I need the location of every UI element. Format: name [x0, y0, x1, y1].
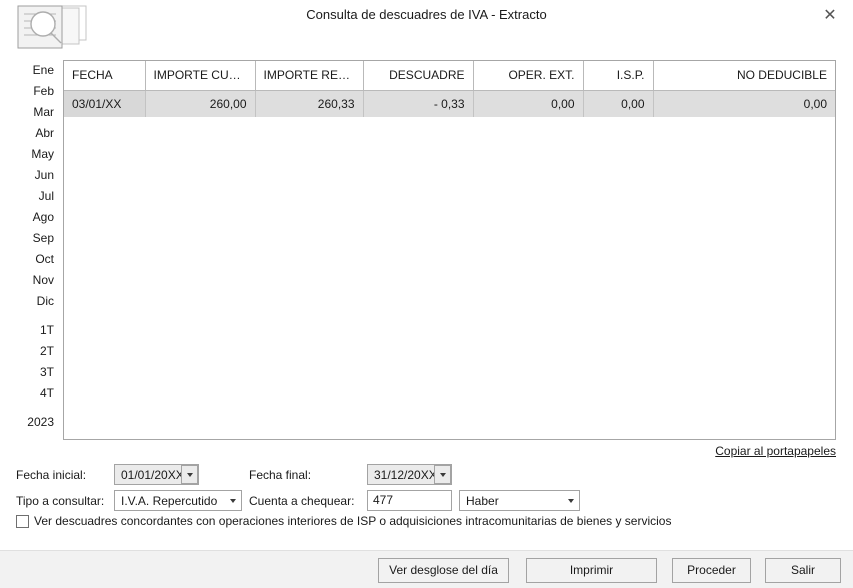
month-item-feb[interactable]: Feb [8, 81, 60, 102]
table-row[interactable]: 03/01/XX 260,00 260,33 - 0,33 0,00 0,00 … [64, 90, 835, 117]
cuenta-a-chequear-label: Cuenta a chequear: [249, 494, 355, 508]
quarter-item-4t[interactable]: 4T [8, 383, 60, 404]
column-header-fecha[interactable]: FECHA [64, 61, 146, 91]
quarter-item-2t[interactable]: 2T [8, 341, 60, 362]
month-item-ago[interactable]: Ago [8, 207, 60, 228]
month-item-jun[interactable]: Jun [8, 165, 60, 186]
year-item-2023[interactable]: 2023 [8, 412, 60, 433]
close-icon[interactable]: ✕ [813, 2, 847, 28]
cell-oper-ext: 0,00 [473, 90, 584, 117]
month-item-nov[interactable]: Nov [8, 270, 60, 291]
ver-desglose-del-dia-button[interactable]: Ver desglose del día [378, 558, 509, 583]
column-header-descuadre[interactable]: DESCUADRE [363, 61, 474, 91]
month-rail: Ene Feb Mar Abr May Jun Jul Ago Sep Oct … [8, 60, 60, 433]
month-item-oct[interactable]: Oct [8, 249, 60, 270]
month-item-abr[interactable]: Abr [8, 123, 60, 144]
cell-fecha: 03/01/XX [64, 90, 146, 117]
month-item-ene[interactable]: Ene [8, 60, 60, 81]
column-header-oper-ext[interactable]: OPER. EXT. [473, 61, 584, 91]
footer-bar: Ver desglose del día Imprimir Proceder S… [0, 550, 853, 588]
cell-isp: 0,00 [583, 90, 654, 117]
tipo-a-consultar-combo[interactable]: I.V.A. Repercutido [114, 490, 242, 511]
window-title: Consulta de descuadres de IVA - Extracto [306, 7, 547, 22]
month-item-dic[interactable]: Dic [8, 291, 60, 312]
column-header-no-deducible[interactable]: NO DEDUCIBLE [653, 61, 835, 91]
fecha-inicial-label: Fecha inicial: [16, 468, 87, 482]
month-item-jul[interactable]: Jul [8, 186, 60, 207]
checkbox-box-icon[interactable] [16, 514, 29, 528]
fecha-final-value: 31/12/20XX [374, 467, 434, 482]
quarter-item-1t[interactable]: 1T [8, 320, 60, 341]
results-grid-panel: FECHA IMPORTE CUENT... IMPORTE REGIST...… [63, 60, 836, 440]
chevron-down-icon[interactable] [181, 465, 198, 484]
chevron-down-icon[interactable] [224, 491, 241, 510]
month-item-may[interactable]: May [8, 144, 60, 165]
salir-button[interactable]: Salir [765, 558, 841, 583]
cell-no-deducible: 0,00 [653, 90, 835, 117]
fecha-inicial-combo[interactable]: 01/01/20XX [114, 464, 199, 485]
quarter-item-3t[interactable]: 3T [8, 362, 60, 383]
haber-value: Haber [466, 493, 499, 508]
proceder-button[interactable]: Proceder [672, 558, 751, 583]
fecha-inicial-value: 01/01/20XX [121, 467, 181, 482]
cell-importe-cuenta: 260,00 [145, 90, 256, 117]
fecha-final-label: Fecha final: [249, 468, 312, 482]
chevron-down-icon[interactable] [434, 465, 451, 484]
fecha-final-combo[interactable]: 31/12/20XX [367, 464, 452, 485]
tipo-a-consultar-value: I.V.A. Repercutido [121, 493, 218, 508]
column-header-importe-cuenta[interactable]: IMPORTE CUENT... [145, 61, 256, 91]
cuenta-a-chequear-input[interactable]: 477 [367, 490, 452, 511]
cell-importe-registro: 260,33 [255, 90, 364, 117]
table-header-row: FECHA IMPORTE CUENT... IMPORTE REGIST...… [64, 61, 835, 91]
column-header-isp[interactable]: I.S.P. [583, 61, 654, 91]
results-table: FECHA IMPORTE CUENT... IMPORTE REGIST...… [64, 61, 835, 117]
month-item-mar[interactable]: Mar [8, 102, 60, 123]
ver-descuadres-concordantes-checkbox[interactable]: Ver descuadres concordantes con operacio… [16, 514, 671, 528]
checkbox-label: Ver descuadres concordantes con operacio… [34, 514, 672, 528]
title-bar: Consulta de descuadres de IVA - Extracto… [0, 0, 853, 50]
cell-descuadre: - 0,33 [363, 90, 474, 117]
copy-to-clipboard-link[interactable]: Copiar al portapapeles [715, 444, 836, 458]
imprimir-button[interactable]: Imprimir [526, 558, 657, 583]
tipo-a-consultar-label: Tipo a consultar: [16, 494, 105, 508]
chevron-down-icon[interactable] [562, 491, 579, 510]
filter-form: Fecha inicial: 01/01/20XX Fecha final: 3… [0, 462, 853, 540]
month-item-sep[interactable]: Sep [8, 228, 60, 249]
haber-combo[interactable]: Haber [459, 490, 580, 511]
column-header-importe-registro[interactable]: IMPORTE REGIST... [255, 61, 364, 91]
